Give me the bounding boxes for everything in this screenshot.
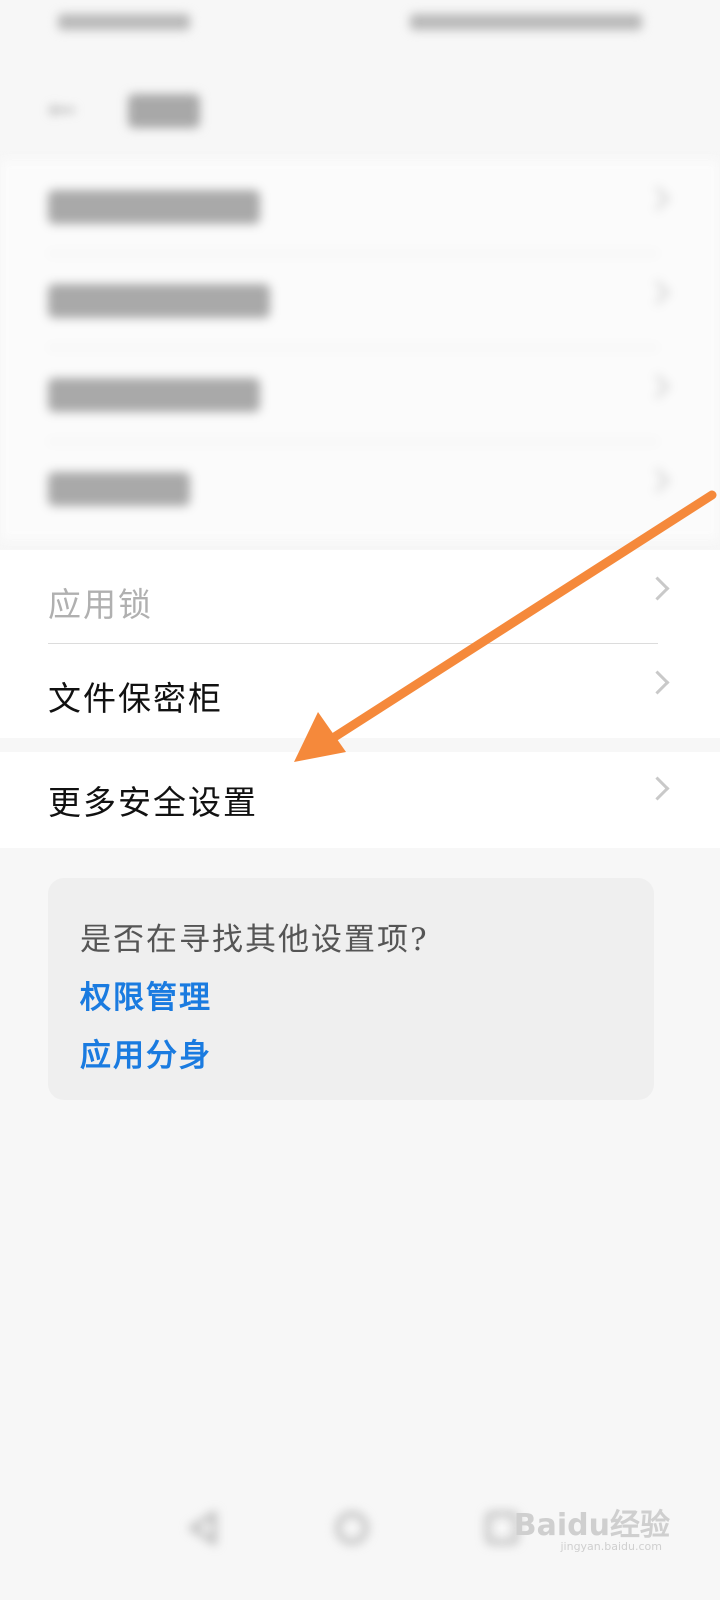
- more-security-card: 更多安全设置: [0, 752, 720, 848]
- blurred-row-1[interactable]: [0, 160, 720, 254]
- blurred-row-4[interactable]: [0, 442, 720, 536]
- list-item-app-lock[interactable]: 应用锁: [0, 550, 720, 644]
- more-security-settings-label: 更多安全设置: [48, 783, 258, 822]
- list-item-file-safe[interactable]: 文件保密柜: [0, 644, 720, 738]
- page-title: [128, 94, 200, 128]
- status-left-indicator: [58, 14, 190, 30]
- nav-home-icon[interactable]: [334, 1510, 370, 1546]
- back-arrow-icon[interactable]: ←: [48, 90, 77, 130]
- app-lock-card: 应用锁 文件保密柜: [0, 550, 720, 738]
- app-clone-link[interactable]: 应用分身: [80, 1030, 212, 1075]
- blurred-row-3[interactable]: [0, 348, 720, 442]
- blurred-row-2[interactable]: [0, 254, 720, 348]
- baidu-watermark: Baidu经验: [513, 1508, 670, 1543]
- chevron-right-icon: [645, 776, 670, 801]
- list-item-more-security-settings[interactable]: 更多安全设置: [0, 752, 720, 846]
- settings-suggestion-box: 是否在寻找其他设置项? 权限管理 应用分身: [48, 878, 654, 1100]
- chevron-right-icon: [645, 670, 670, 695]
- chevron-right-icon: [645, 576, 670, 601]
- status-right-indicator: [410, 14, 642, 30]
- status-bar: [0, 0, 720, 50]
- blurred-settings-card: [0, 160, 720, 540]
- permission-management-link[interactable]: 权限管理: [80, 972, 212, 1017]
- suggestion-question: 是否在寻找其他设置项?: [80, 922, 429, 958]
- top-bar: ←: [0, 70, 720, 150]
- nav-back-icon[interactable]: [186, 1510, 222, 1546]
- app-lock-label: 应用锁: [48, 585, 153, 624]
- file-safe-label: 文件保密柜: [48, 679, 223, 718]
- baidu-watermark-url: jingyan.baidu.com: [560, 1540, 662, 1553]
